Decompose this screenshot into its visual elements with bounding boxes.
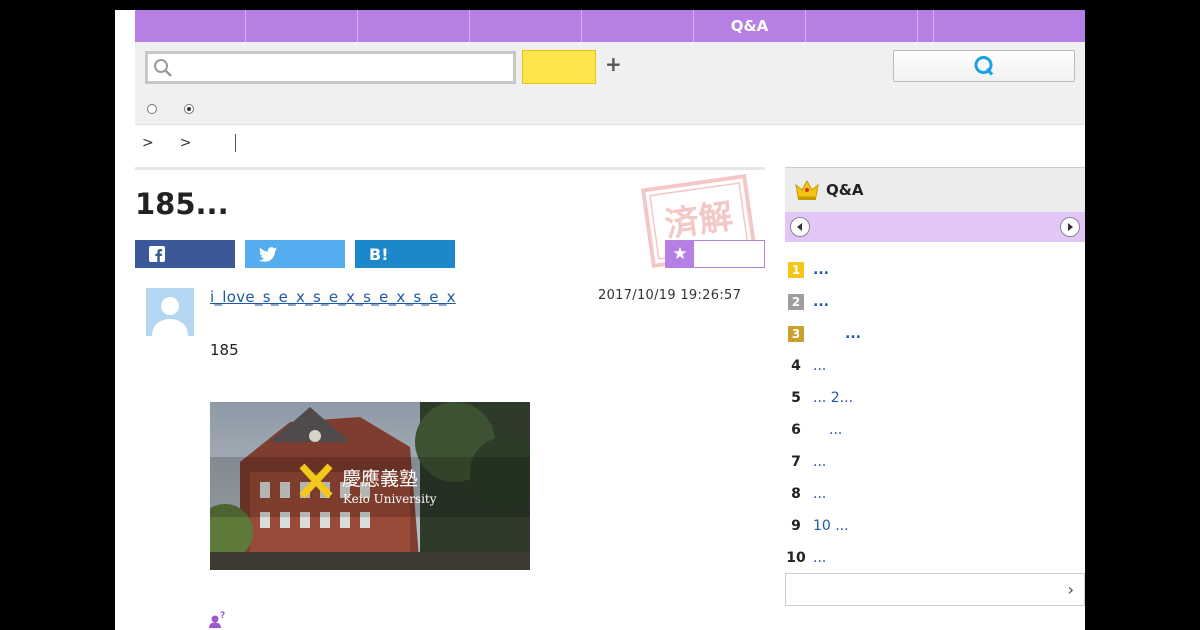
nav-item-7[interactable] bbox=[806, 10, 918, 42]
twitter-share-button[interactable] bbox=[245, 240, 345, 268]
triangle-left-icon bbox=[797, 223, 802, 231]
rank-number: 4 bbox=[791, 358, 801, 374]
nav-item-1[interactable] bbox=[135, 10, 246, 42]
plus-icon[interactable]: + bbox=[605, 52, 622, 76]
rank-number: 9 bbox=[791, 518, 801, 534]
author-username-link[interactable]: i_love_s_e_x_s_e_x_s_e_x_s_e_x bbox=[210, 288, 456, 306]
nav-item-4[interactable] bbox=[470, 10, 582, 42]
ranking-link[interactable]: 10 ... bbox=[813, 518, 849, 534]
ranking-item[interactable]: 3... bbox=[785, 318, 1085, 350]
star-icon: ★ bbox=[666, 241, 694, 267]
rank-number: 8 bbox=[791, 486, 801, 502]
ranking-item[interactable]: 6... bbox=[785, 414, 1085, 446]
top-nav: Q&A bbox=[135, 10, 1085, 42]
ranking-item[interactable]: 8... bbox=[785, 478, 1085, 510]
hatena-bookmark-button[interactable]: B! bbox=[355, 240, 455, 268]
ask-question-button[interactable]: Q bbox=[893, 50, 1075, 82]
nav-item-8[interactable] bbox=[918, 10, 934, 42]
ranking-item[interactable]: 9 10 ... bbox=[785, 510, 1085, 542]
triangle-right-icon bbox=[1068, 223, 1073, 231]
hatena-bookmark-icon: B! bbox=[369, 244, 389, 264]
search-icon bbox=[154, 59, 172, 77]
more-ranking-button[interactable]: › bbox=[785, 573, 1085, 606]
ranking-link[interactable]: ... 2... bbox=[813, 390, 853, 406]
image-caption-en: Keio University bbox=[343, 492, 437, 506]
breadcrumb-separator: > bbox=[179, 135, 192, 151]
question-q-icon bbox=[974, 56, 994, 76]
ranking-tabs bbox=[785, 212, 1085, 242]
sidebar-ranking: Q&A 1... 2... 3... 4... 5... 2... 6... 7... 8..… bbox=[785, 167, 1085, 606]
section-divider bbox=[135, 167, 765, 170]
chevron-right-icon: › bbox=[1067, 580, 1074, 599]
ranking-link[interactable]: ... bbox=[813, 262, 829, 278]
ranking-header: Q&A bbox=[785, 167, 1085, 212]
rank-number: 6 bbox=[791, 422, 801, 438]
crown-icon bbox=[795, 179, 819, 200]
rank-number: 5 bbox=[791, 390, 801, 406]
breadcrumb: > > bbox=[142, 134, 237, 152]
prev-tab-button[interactable] bbox=[790, 217, 810, 237]
rank-number: 7 bbox=[791, 454, 801, 470]
ranking-item[interactable]: 5 ... 2... bbox=[785, 382, 1085, 414]
ranking-item[interactable]: 7... bbox=[785, 446, 1085, 478]
ranking-list: 1... 2... 3... 4... 5... 2... 6... 7... 8... 9 10… bbox=[785, 242, 1085, 574]
keio-university-photo: 慶應義塾 Keio University bbox=[210, 402, 530, 570]
breadcrumb-separator: > bbox=[142, 135, 154, 151]
ranking-link[interactable]: ... bbox=[813, 358, 826, 374]
ranking-link[interactable]: ... bbox=[829, 422, 842, 438]
ranking-item[interactable]: 4... bbox=[785, 350, 1085, 382]
facebook-share-button[interactable] bbox=[135, 240, 235, 268]
avatar[interactable] bbox=[146, 288, 194, 336]
ranking-link[interactable]: ... bbox=[813, 550, 826, 566]
page: Q&A + Q > > 185... bbox=[115, 10, 1085, 630]
default-user-icon bbox=[152, 297, 188, 336]
favorite-button[interactable]: ★ bbox=[665, 240, 765, 268]
ranking-link[interactable]: ... bbox=[813, 294, 829, 310]
ranking-link[interactable]: ... bbox=[813, 486, 826, 502]
twitter-icon bbox=[259, 246, 277, 262]
ranking-item[interactable]: 10... bbox=[785, 542, 1085, 574]
nav-item-9[interactable] bbox=[934, 10, 1085, 42]
ranking-title: Q&A bbox=[826, 181, 864, 199]
nav-item-2[interactable] bbox=[246, 10, 358, 42]
search-button[interactable] bbox=[522, 50, 596, 84]
ranking-link[interactable]: ... bbox=[813, 454, 826, 470]
resolved-stamp-text: 済解 bbox=[663, 196, 736, 245]
nav-item-3[interactable] bbox=[358, 10, 470, 42]
question-body: 185 bbox=[210, 341, 239, 359]
ranking-item[interactable]: 2... bbox=[785, 286, 1085, 318]
post-timestamp: 2017/10/19 19:26:57 bbox=[598, 288, 742, 303]
search-scope-radio-2[interactable] bbox=[184, 104, 194, 114]
rank-number: 1 bbox=[788, 262, 804, 278]
rank-number: 3 bbox=[788, 326, 804, 342]
search-bar: + Q bbox=[135, 42, 1085, 125]
rank-number: 2 bbox=[788, 294, 804, 310]
search-scope-radio-1[interactable] bbox=[147, 104, 157, 114]
ranking-link[interactable]: ... bbox=[845, 326, 861, 342]
breadcrumb-divider bbox=[235, 134, 237, 152]
image-caption-jp: 慶應義塾 bbox=[342, 467, 418, 490]
nav-item-5[interactable] bbox=[582, 10, 694, 42]
question-person-icon: ? bbox=[209, 610, 227, 630]
search-input[interactable] bbox=[145, 51, 516, 84]
question-title: 185... bbox=[135, 187, 229, 221]
ranking-item[interactable]: 1... bbox=[785, 254, 1085, 286]
svg-text:?: ? bbox=[220, 611, 225, 621]
next-tab-button[interactable] bbox=[1060, 217, 1080, 237]
nav-item-qa[interactable]: Q&A bbox=[694, 10, 806, 42]
rank-number: 10 bbox=[786, 550, 806, 566]
facebook-icon bbox=[149, 246, 165, 262]
